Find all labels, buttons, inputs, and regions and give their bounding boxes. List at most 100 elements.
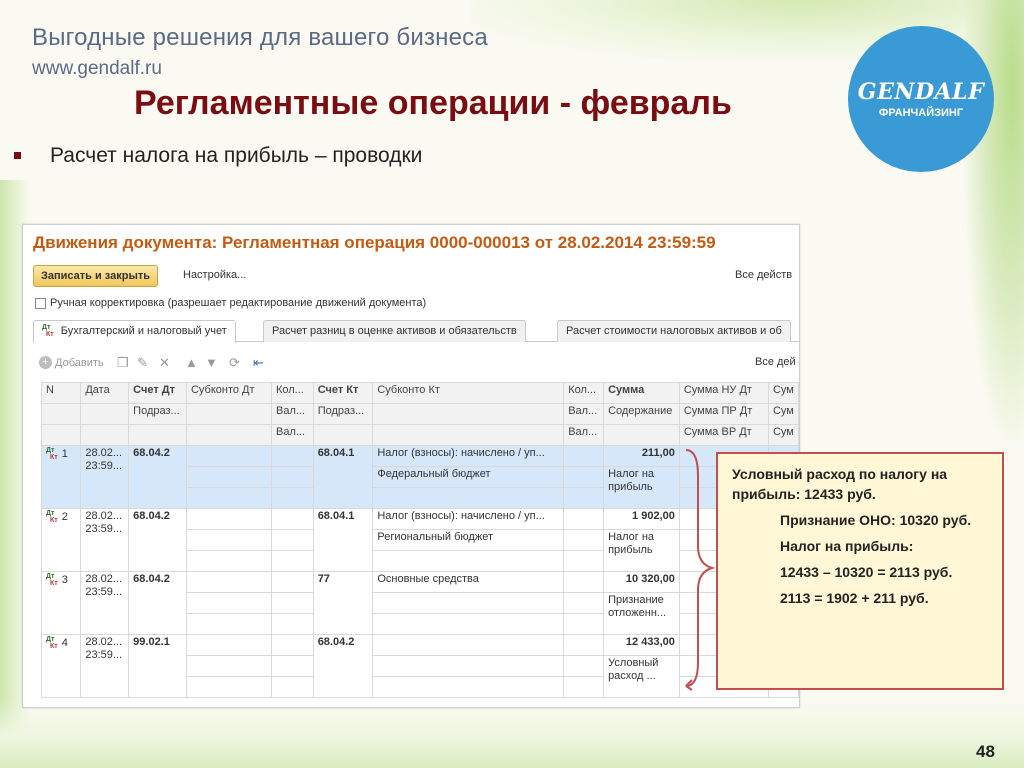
logo-sub: ФРАНЧАЙЗИНГ xyxy=(878,107,964,119)
row-subconto-kt-1: Налог (взносы): начислено / уп... xyxy=(372,445,565,467)
col-sum-extra: Сум xyxy=(767,382,799,404)
row-account-kt: 68.04.1 xyxy=(312,445,374,509)
floral-decoration-bottom xyxy=(0,698,1024,768)
row-content: Налог на прибыль xyxy=(603,529,680,572)
row-subconto-kt-2: Региональный бюджет xyxy=(372,529,565,551)
col-sum-extra: Сум xyxy=(767,424,799,446)
col-dept-kt: Подраз... xyxy=(312,403,374,425)
row-content: Признание отложенн... xyxy=(603,592,680,635)
col-qty-kt: Кол... xyxy=(563,382,605,404)
manual-correction-label: Ручная корректировка (разрешает редактир… xyxy=(50,297,427,309)
row-number-cell: Дт Кт 3 xyxy=(40,571,82,635)
settings-button[interactable]: Настройка... xyxy=(183,269,246,281)
col-subconto-kt: Субконто Кт xyxy=(372,382,565,404)
tab-accounting[interactable]: Дт Кт Бухгалтерский и налоговый учет xyxy=(33,320,236,343)
slide-subtitle: Расчет налога на прибыль – проводки xyxy=(50,144,423,167)
row-subconto-kt-1: Налог (взносы): начислено / уп... xyxy=(372,508,565,530)
brace-icon xyxy=(685,449,716,691)
manual-correction-row: Ручная корректировка (разрешает редактир… xyxy=(35,297,426,309)
add-icon: + xyxy=(39,356,52,369)
row-number-cell: Дт Кт 2 xyxy=(40,508,82,572)
row-sum: 12 433,00 xyxy=(603,634,680,656)
row-subconto-kt-2 xyxy=(372,655,565,677)
tab-accounting-label: Бухгалтерский и налоговый учет xyxy=(60,325,227,337)
col-account-dt: Счет Дт xyxy=(128,382,187,404)
row-subconto-kt-2: Федеральный бюджет xyxy=(372,466,565,488)
row-date: 28.02... 23:59... xyxy=(80,571,130,635)
gendalf-logo: GENDALF ФРАНЧАЙЗИНГ xyxy=(848,26,994,172)
row-content: Налог на прибыль xyxy=(603,466,680,509)
row-account-dt: 68.04.2 xyxy=(128,571,187,635)
row-account-kt: 68.04.1 xyxy=(312,508,374,572)
row-date: 28.02... 23:59... xyxy=(80,445,130,509)
col-sum-nu-dt: Сумма НУ Дт xyxy=(678,382,769,404)
note-line-1: Условный расход по налогу на прибыль: 12… xyxy=(732,466,948,502)
col-qty-dt: Кол... xyxy=(270,382,314,404)
col-date: Дата xyxy=(80,382,130,404)
row-account-kt: 77 xyxy=(312,571,374,635)
dt-kt-icon: Дт Кт xyxy=(46,447,58,461)
row-sum: 10 320,00 xyxy=(603,571,680,593)
save-close-button[interactable]: Записать и закрыть xyxy=(33,265,159,287)
row-account-dt: 68.04.2 xyxy=(128,445,187,509)
calculation-note: Условный расход по налогу на прибыль: 12… xyxy=(716,452,1004,690)
col-sum-vr-dt: Сумма ВР Дт xyxy=(678,424,769,446)
col-cur-dt: Вал... xyxy=(270,403,314,425)
col-sum: Сумма xyxy=(603,382,680,404)
tab-tax-assets[interactable]: Расчет стоимости налоговых активов и об xyxy=(557,320,791,342)
table-header-row: N Дата Счет Дт Субконто Дт Кол... Счет К… xyxy=(40,382,799,404)
col-cur-kt: Вал... xyxy=(563,403,605,425)
dt-kt-icon: Дт Кт xyxy=(46,573,58,587)
col-dept-dt: Подраз... xyxy=(128,403,187,425)
window-title: Движения документа: Регламентная операци… xyxy=(33,233,716,252)
dt-kt-icon: Дт Кт xyxy=(46,636,58,650)
col-cur-dt-2: Вал... xyxy=(270,424,314,446)
col-n: N xyxy=(40,382,82,404)
all-actions-menu-2[interactable]: Все дей xyxy=(755,356,796,368)
header-slogan: Выгодные решения для вашего бизнеса xyxy=(32,24,488,51)
note-line-4: 12433 – 10320 = 2113 руб. xyxy=(780,564,953,580)
dt-kt-icon: Дт Кт xyxy=(46,510,58,524)
manual-correction-checkbox[interactable] xyxy=(35,297,46,309)
row-subconto-dt xyxy=(185,445,272,467)
row-number-cell: Дт Кт 1 xyxy=(40,445,82,509)
table-header-row: Подраз... Вал... Подраз... Вал... Содерж… xyxy=(40,403,799,425)
col-cur-kt-2: Вал... xyxy=(563,424,605,446)
col-subconto-dt: Субконто Дт xyxy=(185,382,272,404)
row-subconto-kt-1 xyxy=(372,634,565,656)
tabs-bar: Дт Кт Бухгалтерский и налоговый учет Расч… xyxy=(33,320,799,343)
note-line-5: 2113 = 1902 + 211 руб. xyxy=(780,590,929,606)
all-actions-menu[interactable]: Все действ xyxy=(735,269,792,281)
import-icon[interactable]: ⇤ xyxy=(253,355,264,371)
bullet-icon xyxy=(14,152,21,159)
col-content: Содержание xyxy=(603,403,680,425)
move-down-icon[interactable]: ▼ xyxy=(205,355,218,370)
copy-icon[interactable]: ❐ xyxy=(117,355,129,371)
row-number-cell: Дт Кт 4 xyxy=(40,634,82,698)
logo-brand: GENDALF xyxy=(857,79,985,105)
slide-title: Регламентные операции - февраль xyxy=(134,84,732,122)
row-sum: 211,00 xyxy=(603,445,680,467)
dt-kt-icon: Дт Кт xyxy=(42,324,54,339)
row-subconto-kt-1: Основные средства xyxy=(372,571,565,593)
edit-icon[interactable]: ✎ xyxy=(137,355,148,371)
page-number: 48 xyxy=(976,742,995,761)
add-button[interactable]: + Добавить xyxy=(39,356,104,369)
header-site: www.gendalf.ru xyxy=(32,58,162,79)
col-account-kt: Счет Кт xyxy=(312,382,374,404)
table-toolbar: + Добавить ❐ ✎ ✕ ▲ ▼ ⟳ ⇤ Все дей xyxy=(39,353,799,375)
row-subconto-kt-2 xyxy=(372,592,565,614)
move-up-icon[interactable]: ▲ xyxy=(185,355,198,370)
tab-differences[interactable]: Расчет разниц в оценке активов и обязате… xyxy=(263,320,526,342)
row-account-dt: 99.02.1 xyxy=(128,634,187,698)
col-sum-pr-dt: Сумма ПР Дт xyxy=(678,403,769,425)
row-date: 28.02... 23:59... xyxy=(80,634,130,698)
row-account-dt: 68.04.2 xyxy=(128,508,187,572)
note-line-2: Признание ОНО: 10320 руб. xyxy=(780,512,972,528)
row-sum: 1 902,00 xyxy=(603,508,680,530)
delete-icon[interactable]: ✕ xyxy=(159,355,170,371)
refresh-icon[interactable]: ⟳ xyxy=(229,355,240,371)
row-date: 28.02... 23:59... xyxy=(80,508,130,572)
table-header-row: Вал... Вал... Сумма ВР Дт Сум xyxy=(40,424,799,446)
row-content: Условный расход ... xyxy=(603,655,680,698)
